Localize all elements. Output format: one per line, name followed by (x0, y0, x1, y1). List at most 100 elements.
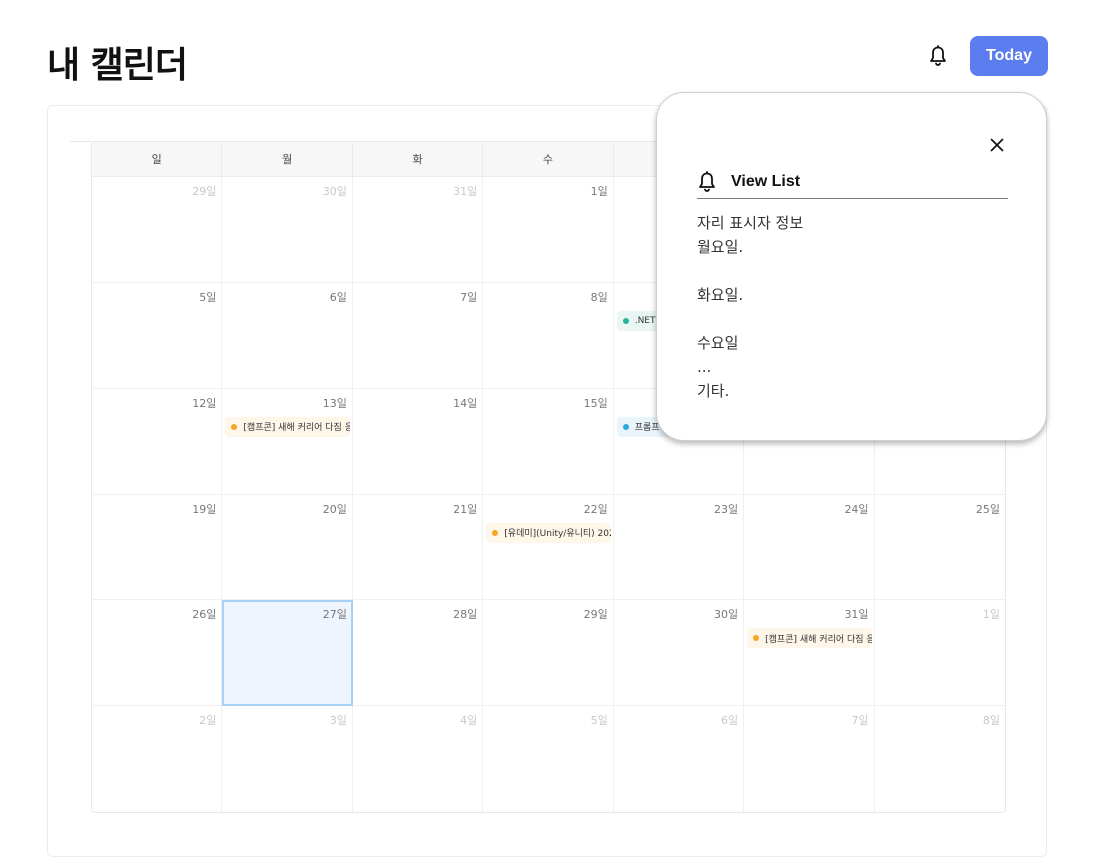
day-number: 29일 (583, 608, 608, 622)
day-cell[interactable]: 31일 [캠프콘] 새해 커리어 다짐 응원 (744, 600, 875, 707)
popover-content: 자리 표시자 정보월요일. 화요일. 수요일... 기타. (697, 211, 1008, 403)
day-number: 3일 (329, 714, 347, 728)
popover-line (697, 307, 1008, 331)
day-cell-selected[interactable]: 27일 (222, 600, 353, 707)
day-cell[interactable]: 28일 (352, 600, 484, 707)
day-cell[interactable]: 24일 (744, 494, 875, 601)
day-cell[interactable]: 30일 (222, 177, 353, 283)
day-number: 26일 (192, 608, 217, 622)
day-number: 24일 (844, 502, 869, 516)
day-number: 30일 (322, 185, 347, 198)
popover-title: View List (731, 172, 801, 190)
event-dot-icon (622, 423, 629, 430)
day-number: 30일 (714, 608, 739, 622)
popover-line: 자리 표시자 정보 (697, 214, 804, 232)
day-number: 22일 (583, 502, 608, 516)
day-cell[interactable]: 23일 (613, 494, 745, 601)
day-cell[interactable]: 1일 (483, 177, 614, 283)
day-cell[interactable]: 4일 (353, 706, 484, 812)
day-cell[interactable]: 7일 (352, 282, 484, 389)
day-number: 7일 (851, 714, 869, 728)
weekday-header: 월 (222, 142, 353, 177)
day-number: 13일 (322, 396, 347, 410)
popover-line (697, 259, 1008, 283)
event-dot-icon (753, 635, 760, 642)
day-number: 31일 (844, 608, 869, 622)
day-number: 28일 (453, 608, 478, 622)
day-number: 20일 (322, 502, 347, 516)
day-cell[interactable]: 20일 (222, 494, 353, 601)
popover-line: 월요일. (697, 238, 744, 256)
day-cell[interactable]: 2일 (92, 706, 223, 812)
event-dot-icon (492, 529, 499, 536)
popover-line: 수요일 (697, 334, 739, 352)
day-cell[interactable]: 29일 (483, 600, 614, 707)
notifications-button[interactable] (924, 42, 952, 70)
event-title: [캠프콘] 새해 커리어 다짐 응원 (243, 423, 350, 434)
day-cell[interactable]: 15일 (483, 388, 614, 495)
event-chip[interactable]: [캠프콘] 새해 커리어 다짐 응원 (225, 416, 350, 437)
day-number: 1일 (590, 185, 608, 198)
weekday-header: 수 (483, 142, 614, 177)
day-cell[interactable]: 5일 (483, 706, 614, 812)
day-number: 6일 (329, 290, 347, 304)
day-cell[interactable]: 29일 (92, 177, 223, 283)
day-cell[interactable]: 13일 [캠프콘] 새해 커리어 다짐 응원 (222, 388, 353, 495)
day-cell[interactable]: 19일 (92, 494, 223, 601)
day-cell[interactable]: 8일 (875, 706, 1005, 812)
day-cell[interactable]: 1일 (874, 600, 1005, 707)
event-chip[interactable]: [유데미](Unity/유니티) 2025 (486, 522, 611, 543)
popover-header: View List (697, 165, 1008, 199)
event-chip[interactable]: [캠프콘] 새해 커리어 다짐 응원 (747, 628, 872, 649)
popover-line: ... (697, 358, 712, 376)
bell-icon (699, 170, 715, 192)
day-cell[interactable]: 3일 (222, 706, 353, 812)
day-cell[interactable]: 22일 [유데미](Unity/유니티) 2025 (483, 494, 614, 601)
popover-line: 기타. (697, 382, 730, 400)
day-cell[interactable]: 5일 (92, 282, 223, 389)
day-cell[interactable]: 30일 (613, 600, 745, 707)
day-cell[interactable]: 26일 (92, 600, 223, 707)
day-cell[interactable]: 14일 (352, 388, 484, 495)
day-number: 25일 (975, 502, 1000, 516)
day-number: 2일 (199, 714, 217, 728)
event-title: [캠프콘] 새해 커리어 다짐 응원 (765, 634, 872, 645)
day-number: 1일 (982, 608, 1000, 622)
day-number: 8일 (590, 290, 608, 304)
day-number: 19일 (192, 502, 217, 516)
event-dot-icon (622, 317, 629, 324)
close-icon (990, 138, 1004, 152)
event-title: [유데미](Unity/유니티) 2025 (504, 529, 611, 539)
day-number: 27일 (322, 608, 347, 622)
day-cell[interactable]: 12일 (92, 388, 223, 495)
day-number: 31일 (453, 185, 478, 198)
page-title: 내 캘린더 (47, 45, 188, 86)
day-cell[interactable]: 31일 (352, 177, 484, 283)
day-number: 7일 (460, 290, 478, 304)
popover-line: 화요일. (697, 286, 744, 304)
notification-popover: View List 자리 표시자 정보월요일. 화요일. 수요일... 기타. (656, 92, 1047, 441)
day-cell[interactable]: 25일 (874, 495, 1005, 601)
day-number: 5일 (590, 714, 608, 728)
day-number: 4일 (460, 714, 478, 728)
day-number: 15일 (583, 396, 608, 410)
day-number: 8일 (982, 714, 1000, 728)
day-number: 29일 (192, 185, 217, 198)
day-number: 21일 (453, 502, 478, 516)
day-cell[interactable]: 6일 (222, 282, 353, 389)
event-title: 프롬프 (634, 423, 660, 434)
day-cell[interactable]: 8일 (483, 282, 614, 389)
event-dot-icon (231, 423, 238, 430)
today-button[interactable]: Today (970, 36, 1048, 76)
bell-icon (930, 45, 946, 66)
day-number: 12일 (192, 396, 217, 410)
day-cell[interactable]: 6일 (614, 706, 745, 812)
day-cell[interactable]: 21일 (352, 494, 484, 601)
day-number: 23일 (714, 502, 739, 516)
day-number: 5일 (199, 290, 217, 304)
day-cell[interactable]: 7일 (744, 706, 875, 812)
weekday-header: 일 (92, 142, 223, 177)
close-button[interactable] (985, 133, 1009, 157)
day-number: 6일 (721, 714, 739, 728)
weekday-header: 화 (352, 142, 484, 177)
